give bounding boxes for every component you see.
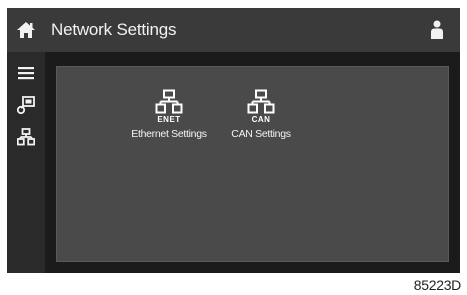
page-title: Network Settings	[51, 20, 177, 39]
tile-tag-can: CAN	[251, 115, 271, 124]
network-icon	[155, 89, 183, 114]
menu-button[interactable]	[7, 56, 45, 90]
device-screen: Network Settings ENET Ethernet Settings …	[7, 8, 460, 273]
user-button[interactable]	[422, 8, 452, 52]
can-settings-tile[interactable]: CAN CAN Settings	[206, 89, 316, 159]
figure-reference-code: 85223D	[413, 277, 462, 293]
sidebar-item-network[interactable]	[7, 120, 45, 154]
sidebar	[7, 52, 45, 273]
tile-label-can: CAN Settings	[231, 128, 291, 140]
home-button[interactable]	[7, 8, 45, 52]
user-icon	[431, 20, 443, 39]
gauge-icon	[16, 96, 35, 115]
network-icon	[17, 128, 35, 146]
home-icon	[17, 22, 35, 38]
title-bar: Network Settings	[7, 8, 460, 52]
network-icon	[247, 89, 275, 114]
settings-panel: ENET Ethernet Settings CAN CAN Settings	[56, 66, 449, 262]
sidebar-item-gauge[interactable]	[7, 88, 45, 122]
menu-icon	[18, 67, 34, 80]
